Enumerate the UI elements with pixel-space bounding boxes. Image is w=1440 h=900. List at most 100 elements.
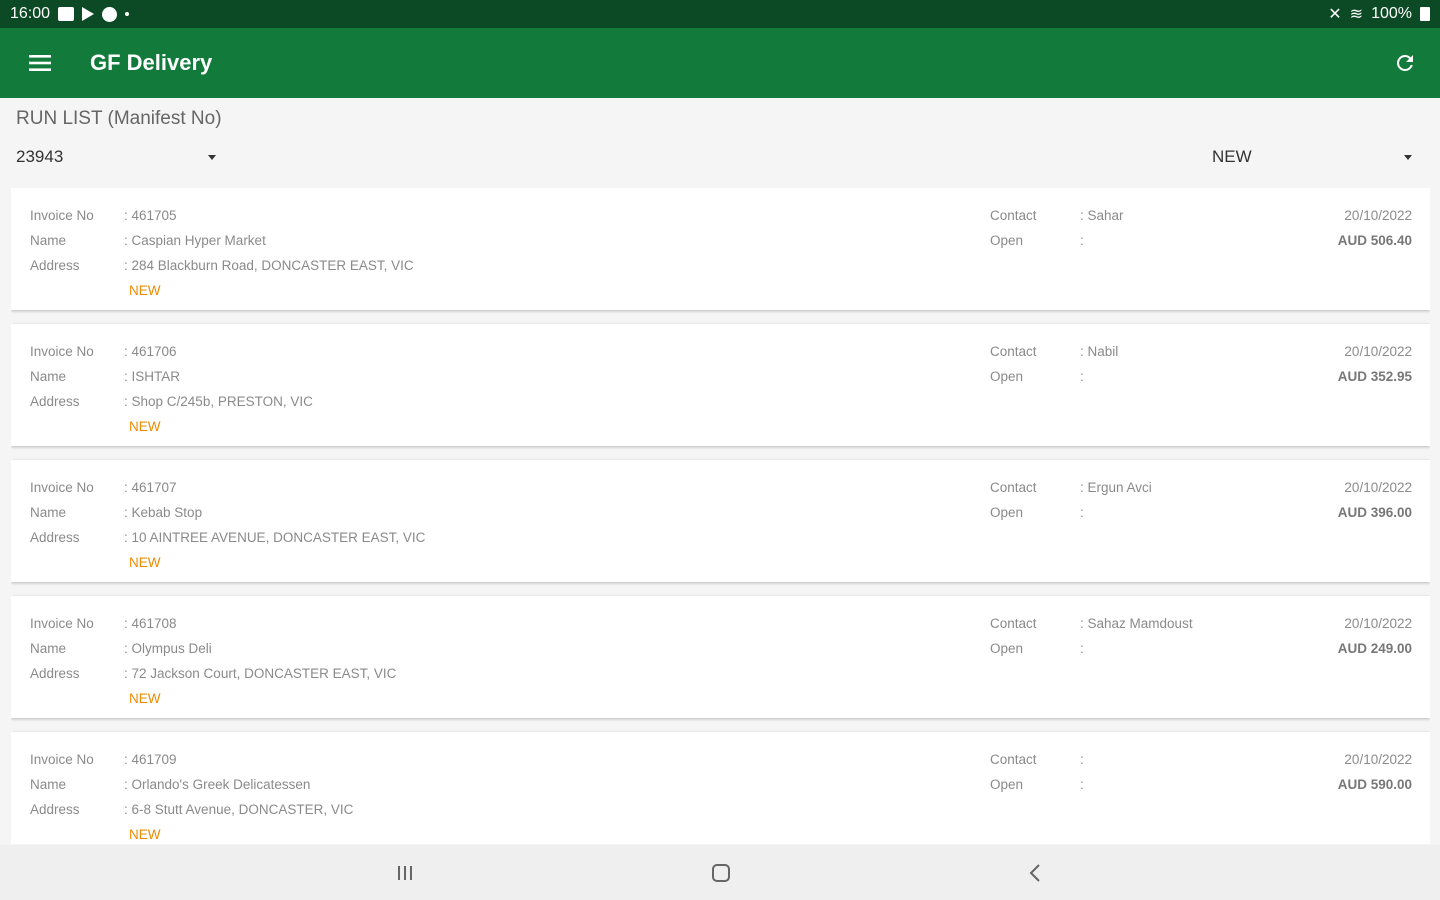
address-label: Address bbox=[30, 802, 80, 817]
name-value: Orlando's Greek Delicatessen bbox=[124, 777, 311, 792]
delivery-date: 20/10/2022 bbox=[1344, 616, 1412, 631]
manifest-value: 23943 bbox=[16, 147, 64, 166]
open-value bbox=[1080, 641, 1084, 656]
contact-label: Contact bbox=[990, 480, 1037, 495]
delivery-date: 20/10/2022 bbox=[1344, 208, 1412, 223]
open-value bbox=[1080, 233, 1084, 248]
recent-apps-icon bbox=[398, 865, 412, 880]
status-bar: 16:00 ✕ ≋ 100% bbox=[0, 0, 1440, 28]
name-value: Caspian Hyper Market bbox=[124, 233, 266, 248]
address-label: Address bbox=[30, 258, 80, 273]
address-value: Shop C/245b, PRESTON, VIC bbox=[124, 394, 313, 409]
run-list-header: RUN LIST (Manifest No) bbox=[16, 108, 222, 129]
contact-value: Sahar bbox=[1080, 208, 1124, 223]
open-value bbox=[1080, 777, 1084, 792]
chevron-down-icon bbox=[208, 154, 216, 160]
status-badge: NEW bbox=[129, 691, 161, 706]
contact-value: Ergun Avci bbox=[1080, 480, 1152, 495]
invoice-value: 461705 bbox=[124, 208, 177, 223]
refresh-icon bbox=[1397, 54, 1413, 71]
back-icon bbox=[1029, 863, 1040, 882]
contact-value: Sahaz Mamdoust bbox=[1080, 616, 1193, 631]
invoice-label: Invoice No bbox=[30, 752, 94, 767]
battery-icon bbox=[1420, 7, 1430, 21]
invoice-value: 461707 bbox=[124, 480, 177, 495]
invoice-amount: AUD 506.40 bbox=[1337, 233, 1412, 248]
open-label: Open bbox=[990, 505, 1024, 520]
open-label: Open bbox=[990, 369, 1024, 384]
address-label: Address bbox=[30, 394, 80, 409]
status-filter-dropdown[interactable]: NEW bbox=[1212, 144, 1412, 170]
address-value: 284 Blackburn Road, DONCASTER EAST, VIC bbox=[124, 258, 414, 273]
delivery-date: 20/10/2022 bbox=[1344, 480, 1412, 495]
home-button[interactable] bbox=[691, 845, 751, 900]
address-label: Address bbox=[30, 530, 80, 545]
refresh-button[interactable] bbox=[1370, 28, 1440, 98]
invoice-amount: AUD 396.00 bbox=[1337, 505, 1412, 520]
contact-value bbox=[1080, 752, 1084, 767]
status-badge: NEW bbox=[129, 827, 161, 842]
delivery-date: 20/10/2022 bbox=[1344, 344, 1412, 359]
menu-button[interactable] bbox=[0, 28, 80, 98]
status-badge: NEW bbox=[129, 419, 161, 434]
app-title: GF Delivery bbox=[90, 50, 213, 75]
back-button[interactable] bbox=[1006, 845, 1066, 900]
contact-label: Contact bbox=[990, 616, 1037, 631]
invoice-value: 461709 bbox=[124, 752, 177, 767]
hamburger-icon bbox=[29, 55, 51, 71]
delivery-card[interactable]: Invoice No 461705 Name Caspian Hyper Mar… bbox=[11, 188, 1430, 310]
invoice-label: Invoice No bbox=[30, 344, 94, 359]
chevron-down-icon bbox=[1404, 154, 1412, 160]
open-label: Open bbox=[990, 233, 1024, 248]
delivery-card[interactable]: Invoice No 461709 Name Orlando's Greek D… bbox=[11, 732, 1430, 844]
name-label: Name bbox=[30, 369, 67, 384]
app-bar: GF Delivery bbox=[0, 28, 1440, 98]
play-store-icon bbox=[82, 7, 95, 21]
open-label: Open bbox=[990, 641, 1024, 656]
video-call-icon bbox=[58, 7, 75, 21]
battery-level: 100% bbox=[1371, 5, 1412, 22]
invoice-label: Invoice No bbox=[30, 208, 94, 223]
contact-value: Nabil bbox=[1080, 344, 1119, 359]
open-value bbox=[1080, 369, 1084, 384]
name-label: Name bbox=[30, 505, 67, 520]
address-label: Address bbox=[30, 666, 80, 681]
system-nav-bar bbox=[0, 845, 1440, 900]
contact-label: Contact bbox=[990, 208, 1037, 223]
name-label: Name bbox=[30, 641, 67, 656]
invoice-value: 461706 bbox=[124, 344, 177, 359]
wifi-icon: ≋ bbox=[1349, 6, 1364, 23]
invoice-amount: AUD 249.00 bbox=[1337, 641, 1412, 656]
manifest-dropdown[interactable]: 23943 bbox=[16, 144, 216, 170]
invoice-value: 461708 bbox=[124, 616, 177, 631]
delivery-date: 20/10/2022 bbox=[1344, 752, 1412, 767]
invoice-label: Invoice No bbox=[30, 616, 94, 631]
contact-label: Contact bbox=[990, 344, 1037, 359]
invoice-amount: AUD 590.00 bbox=[1337, 777, 1412, 792]
delivery-card[interactable]: Invoice No 461708 Name Olympus Deli Addr… bbox=[11, 596, 1430, 718]
name-value: Olympus Deli bbox=[124, 641, 212, 656]
address-value: 10 AINTREE AVENUE, DONCASTER EAST, VIC bbox=[124, 530, 426, 545]
status-badge: NEW bbox=[129, 283, 161, 298]
delivery-card[interactable]: Invoice No 461707 Name Kebab Stop Addres… bbox=[11, 460, 1430, 582]
recent-apps-button[interactable] bbox=[375, 845, 435, 900]
open-label: Open bbox=[990, 777, 1024, 792]
delivery-list: Invoice No 461705 Name Caspian Hyper Mar… bbox=[11, 188, 1430, 844]
address-value: 72 Jackson Court, DONCASTER EAST, VIC bbox=[124, 666, 397, 681]
home-icon bbox=[712, 863, 730, 882]
mute-icon: ✕ bbox=[1328, 6, 1342, 23]
invoice-label: Invoice No bbox=[30, 480, 94, 495]
status-filter-value: NEW bbox=[1212, 147, 1252, 166]
more-notifications-dot bbox=[125, 12, 130, 16]
contact-label: Contact bbox=[990, 752, 1037, 767]
address-value: 6-8 Stutt Avenue, DONCASTER, VIC bbox=[124, 802, 354, 817]
invoice-amount: AUD 352.95 bbox=[1337, 369, 1412, 384]
status-time: 16:00 bbox=[10, 5, 51, 22]
delivery-card[interactable]: Invoice No 461706 Name ISHTAR Address Sh… bbox=[11, 324, 1430, 446]
skype-icon bbox=[102, 6, 118, 22]
name-label: Name bbox=[30, 777, 67, 792]
name-value: ISHTAR bbox=[124, 369, 181, 384]
status-badge: NEW bbox=[129, 555, 161, 570]
name-label: Name bbox=[30, 233, 67, 248]
name-value: Kebab Stop bbox=[124, 505, 203, 520]
